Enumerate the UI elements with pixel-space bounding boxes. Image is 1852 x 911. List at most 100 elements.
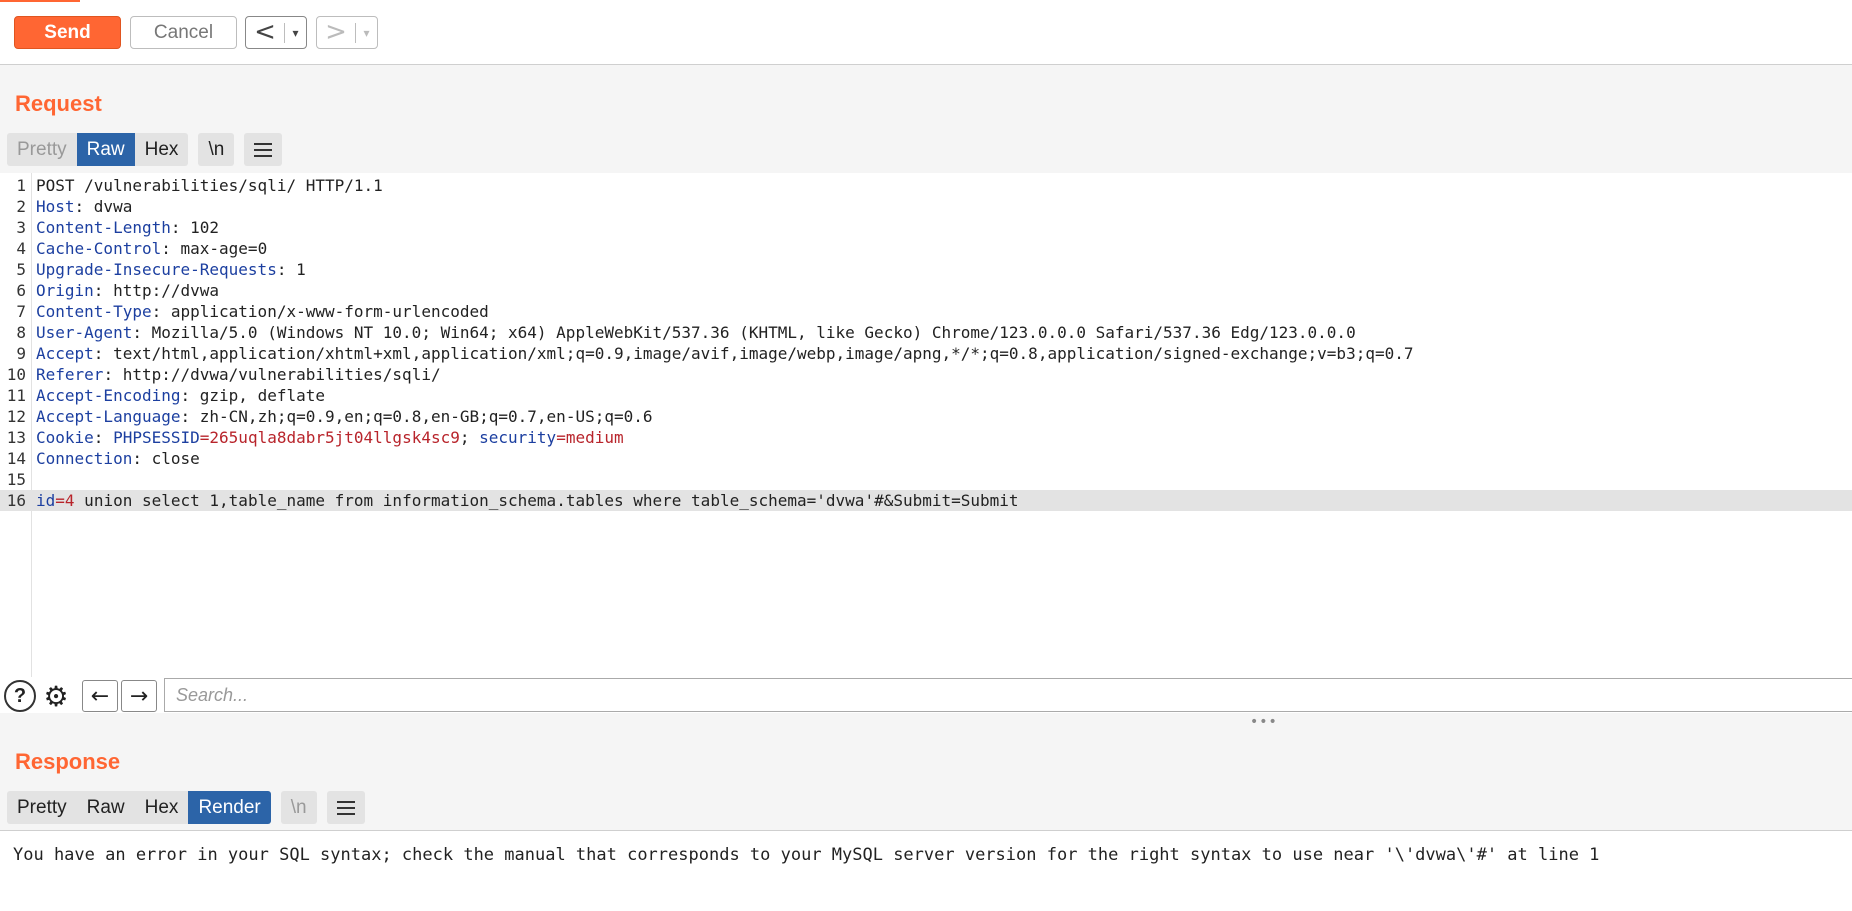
code-line[interactable]: 14 Connection: close xyxy=(0,448,1852,469)
request-editor[interactable]: 1 POST /vulnerabilities/sqli/ HTTP/1.1 2 Ho… xyxy=(0,173,1852,677)
tab-raw[interactable]: Raw xyxy=(76,133,135,166)
line-number: 6 xyxy=(16,281,26,300)
line-content: Referer: http://dvwa/vulnerabilities/sql… xyxy=(36,364,441,385)
cookie-name: PHPSESSID xyxy=(113,428,200,447)
request-view-tabs: Pretty Raw Hex \n xyxy=(7,133,283,166)
line-number: 11 xyxy=(6,386,26,405)
code-line[interactable]: 10 Referer: http://dvwa/vulnerabilities/s… xyxy=(0,364,1852,385)
response-view-tabs: Pretty Raw Hex Render \n xyxy=(7,791,365,824)
forward-arrow-icon[interactable]: > xyxy=(317,17,355,48)
header-name: Accept-Language xyxy=(36,407,181,426)
header-value: : text/html,application/xhtml+xml,applic… xyxy=(93,344,1414,363)
separator: = xyxy=(55,491,65,510)
param-value: 4 xyxy=(64,491,75,510)
line-number: 7 xyxy=(16,302,26,321)
cookie-name: security xyxy=(479,428,557,447)
next-match-button[interactable]: → xyxy=(121,680,157,712)
forward-dropdown-icon[interactable]: ▾ xyxy=(356,26,377,40)
response-render-pane: You have an error in your SQL syntax; ch… xyxy=(0,830,1852,911)
line-number: 2 xyxy=(16,197,26,216)
tab-render[interactable]: Render xyxy=(188,791,271,824)
code-line[interactable]: 1 POST /vulnerabilities/sqli/ HTTP/1.1 xyxy=(0,175,1852,196)
code-line[interactable]: 4 Cache-Control: max-age=0 xyxy=(0,238,1852,259)
cookie-value: medium xyxy=(565,428,624,447)
cancel-button[interactable]: Cancel xyxy=(130,16,237,49)
tab-hex[interactable]: Hex xyxy=(134,791,189,824)
code-line[interactable]: 6 Origin: http://dvwa xyxy=(0,280,1852,301)
code-line[interactable]: 16 id=4 union select 1,table_name from in… xyxy=(0,490,1852,511)
code-line[interactable]: 15 xyxy=(0,469,1852,490)
line-content: Origin: http://dvwa xyxy=(36,280,219,301)
header-value: : gzip, deflate xyxy=(180,386,326,405)
line-content: User-Agent: Mozilla/5.0 (Windows NT 10.0… xyxy=(36,322,1356,343)
header-value: POST /vulnerabilities/sqli/ HTTP/1.1 xyxy=(36,176,383,195)
search-input[interactable]: Search... xyxy=(164,678,1852,712)
code-line[interactable]: 13 Cookie: PHPSESSID=265uqla8dabr5jt04llg… xyxy=(0,427,1852,448)
response-message: You have an error in your SQL syntax; ch… xyxy=(13,845,1600,865)
header-value: : 1 xyxy=(276,260,306,279)
line-number: 10 xyxy=(6,365,26,384)
line-number: 5 xyxy=(16,260,26,279)
line-content: id=4 union select 1,table_name from info… xyxy=(36,490,1019,511)
line-number: 12 xyxy=(6,407,26,426)
pane-splitter-handle[interactable]: ••• xyxy=(1250,714,1278,730)
response-menu-button[interactable] xyxy=(326,791,365,824)
tab-pretty[interactable]: Pretty xyxy=(7,133,77,166)
header-value: : http://dvwa/vulnerabilities/sqli/ xyxy=(103,365,441,384)
header-value: : http://dvwa xyxy=(93,281,220,300)
line-number: 3 xyxy=(16,218,26,237)
header-value: : dvwa xyxy=(74,197,133,216)
line-content: Accept: text/html,application/xhtml+xml,… xyxy=(36,343,1414,364)
request-menu-button[interactable] xyxy=(244,133,283,166)
code-line[interactable]: 12 Accept-Language: zh-CN,zh;q=0.9,en;q=0… xyxy=(0,406,1852,427)
line-number: 14 xyxy=(6,449,26,468)
separator: = xyxy=(556,428,566,447)
header-name: Accept-Encoding xyxy=(36,386,181,405)
header-value: : 102 xyxy=(170,218,220,237)
line-content: Connection: close xyxy=(36,448,200,469)
header-value: : Mozilla/5.0 (Windows NT 10.0; Win64; x… xyxy=(132,323,1356,342)
header-name: Content-Length xyxy=(36,218,171,237)
header-name: Host xyxy=(36,197,75,216)
tab-hex[interactable]: Hex xyxy=(134,133,189,166)
line-number: 9 xyxy=(16,344,26,363)
separator: = xyxy=(199,428,210,447)
back-arrow-icon[interactable]: < xyxy=(246,17,284,48)
request-title: Request xyxy=(15,91,102,116)
header-name: Referer xyxy=(36,365,104,384)
hamburger-icon xyxy=(336,800,355,815)
code-line[interactable]: 3 Content-Length: 102 xyxy=(0,217,1852,238)
top-toolbar: Send Cancel < ▾ > ▾ xyxy=(0,0,1852,65)
header-name: Connection xyxy=(36,449,133,468)
code-line[interactable]: 11 Accept-Encoding: gzip, deflate xyxy=(0,385,1852,406)
line-content: Upgrade-Insecure-Requests: 1 xyxy=(36,259,306,280)
line-content: Cookie: PHPSESSID=265uqla8dabr5jt04llgsk… xyxy=(36,427,624,448)
code-line[interactable]: 7 Content-Type: application/x-www-form-ur… xyxy=(0,301,1852,322)
body-text: union select 1,table_name from informati… xyxy=(74,491,1019,510)
newline-toggle-button[interactable]: \n xyxy=(280,791,317,824)
line-content: Cache-Control: max-age=0 xyxy=(36,238,267,259)
gear-icon[interactable]: ⚙ xyxy=(40,680,72,713)
code-line[interactable]: 5 Upgrade-Insecure-Requests: 1 xyxy=(0,259,1852,280)
header-name: Accept xyxy=(36,344,94,363)
send-button[interactable]: Send xyxy=(14,16,121,49)
line-content: Accept-Encoding: gzip, deflate xyxy=(36,385,325,406)
code-line[interactable]: 2 Host: dvwa xyxy=(0,196,1852,217)
tab-raw[interactable]: Raw xyxy=(76,791,135,824)
search-bar: ? ⚙ ← → Search... xyxy=(0,677,1852,713)
code-line[interactable]: 9 Accept: text/html,application/xhtml+xml… xyxy=(0,343,1852,364)
line-content: Host: dvwa xyxy=(36,196,132,217)
previous-match-button[interactable]: ← xyxy=(82,680,118,712)
newline-toggle-button[interactable]: \n xyxy=(198,133,235,166)
back-dropdown-icon[interactable]: ▾ xyxy=(285,26,306,40)
hamburger-icon xyxy=(254,142,273,157)
line-content: Content-Type: application/x-www-form-url… xyxy=(36,301,489,322)
help-icon[interactable]: ? xyxy=(4,680,36,712)
line-number: 8 xyxy=(16,323,26,342)
code-line[interactable]: 8 User-Agent: Mozilla/5.0 (Windows NT 10.… xyxy=(0,322,1852,343)
line-number: 13 xyxy=(6,428,26,447)
header-name: Upgrade-Insecure-Requests xyxy=(36,260,277,279)
header-name: Cache-Control xyxy=(36,239,162,258)
tab-pretty[interactable]: Pretty xyxy=(7,791,77,824)
active-tab-indicator xyxy=(0,0,80,2)
